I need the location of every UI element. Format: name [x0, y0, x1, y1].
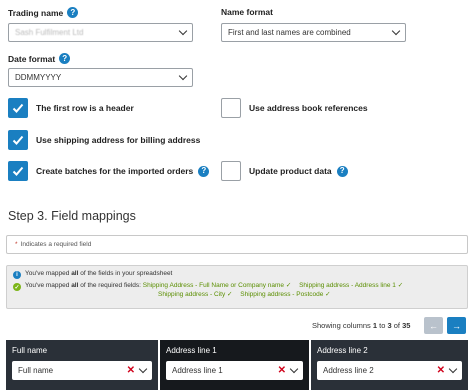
update-product-option[interactable]: Update product data ?: [221, 161, 348, 181]
mapped-all-line: i You've mapped all of the fields in you…: [13, 270, 461, 279]
date-format-label: Date format ?: [8, 53, 71, 64]
previous-columns-button[interactable]: ←: [424, 317, 443, 334]
check-circle-icon: ✓: [13, 283, 21, 291]
use-address-book-option[interactable]: Use address book references: [221, 98, 368, 118]
chevron-down-icon: [289, 364, 299, 374]
first-row-header-option[interactable]: The first row is a header: [8, 98, 134, 118]
help-icon[interactable]: ?: [67, 7, 79, 18]
clear-icon[interactable]: ✕: [127, 365, 135, 376]
mapped-required-line: ✓ You've mapped all of the required fiel…: [13, 282, 461, 300]
trading-name-select[interactable]: Sash Fulfilment Ltd: [8, 23, 193, 42]
checkbox-checked-icon[interactable]: [8, 98, 28, 118]
chevron-down-icon: [391, 26, 401, 36]
chevron-down-icon: [448, 364, 458, 374]
help-icon[interactable]: ?: [59, 53, 71, 64]
column-header-2: Address line 1 Address line 1 ✕: [160, 340, 309, 390]
help-icon[interactable]: ?: [336, 165, 348, 177]
chevron-down-icon: [138, 364, 148, 374]
next-columns-button[interactable]: →: [447, 317, 466, 334]
shipping-for-billing-option[interactable]: Use shipping address for billing address: [8, 130, 200, 150]
step-title: Step 3. Field mappings: [8, 209, 136, 223]
checkbox-unchecked-icon[interactable]: [221, 161, 241, 181]
date-format-select[interactable]: DDMMYYYY: [8, 68, 193, 87]
checkbox-unchecked-icon[interactable]: [221, 98, 241, 118]
help-icon[interactable]: ?: [198, 165, 210, 177]
column-header-3: Address line 2 Address line 2 ✕: [311, 340, 468, 390]
chevron-down-icon: [178, 71, 188, 81]
required-note: * Indicates a required field: [6, 235, 468, 254]
info-icon: i: [13, 271, 21, 279]
column-mapping-select[interactable]: Full name ✕: [12, 361, 152, 380]
trading-name-label: Trading name ?: [8, 7, 79, 18]
checkbox-checked-icon[interactable]: [8, 130, 28, 150]
name-format-label: Name format: [221, 7, 273, 17]
clear-icon[interactable]: ✕: [437, 365, 445, 376]
mapping-summary: i You've mapped all of the fields in you…: [6, 265, 468, 309]
checkbox-checked-icon[interactable]: [8, 161, 28, 181]
column-pager-status: Showing columns 1 to 3 of 35: [312, 321, 411, 330]
column-mapping-select[interactable]: Address line 2 ✕: [317, 361, 462, 380]
arrow-left-icon: ←: [429, 320, 438, 331]
column-header-1: Full name Full name ✕: [6, 340, 158, 390]
arrow-right-icon: →: [452, 320, 461, 331]
name-format-select[interactable]: First and last names are combined: [221, 23, 406, 42]
create-batches-option[interactable]: Create batches for the imported orders ?: [8, 161, 210, 181]
clear-icon[interactable]: ✕: [278, 365, 286, 376]
chevron-down-icon: [178, 26, 188, 36]
column-mapping-select[interactable]: Address line 1 ✕: [166, 361, 303, 380]
